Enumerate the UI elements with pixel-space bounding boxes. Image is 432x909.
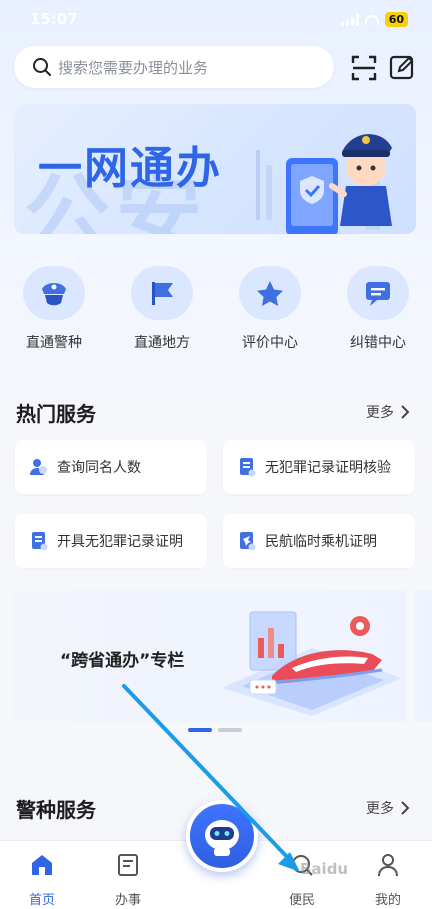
quick-entry-local[interactable]: 直通地方: [112, 266, 212, 352]
nav-home[interactable]: 首页: [2, 851, 82, 908]
edit-icon[interactable]: [388, 53, 416, 81]
search-input[interactable]: 搜索您需要办理的业务: [14, 46, 334, 88]
user-icon: [378, 854, 398, 877]
status-time: 15:07: [30, 10, 78, 28]
nav-tasks[interactable]: 办事: [88, 851, 168, 908]
banner-title: 一网通办: [38, 143, 222, 194]
battery-indicator: 60: [384, 12, 408, 27]
police-cap-icon: [23, 266, 85, 320]
service-card-flight-certificate[interactable]: 民航临时乘机证明: [223, 514, 415, 568]
chevron-right-icon: [401, 801, 410, 815]
train-illustration: [222, 611, 402, 716]
star-icon: [239, 266, 301, 320]
assistant-robot-button[interactable]: [186, 800, 258, 872]
hot-services-title: 热门服务: [16, 402, 96, 426]
next-promo-peek[interactable]: [414, 590, 432, 722]
flag-icon: [131, 266, 193, 320]
quick-entry-police[interactable]: 直通警种: [4, 266, 104, 352]
cross-province-promo-banner[interactable]: “跨省通办”专栏: [14, 590, 406, 722]
scan-icon[interactable]: [350, 54, 378, 82]
search-icon: [33, 58, 51, 76]
search-placeholder: 搜索您需要办理的业务: [58, 58, 209, 77]
document-icon: [240, 458, 256, 477]
quick-entry-label: 直通警种: [26, 335, 82, 351]
nav-label: 办事: [114, 893, 141, 908]
service-label: 查询同名人数: [57, 460, 141, 476]
quick-entry-evaluation[interactable]: 评价中心: [220, 266, 320, 352]
status-bar: 15:07 60: [0, 0, 432, 40]
nav-label: 首页: [28, 893, 55, 908]
more-label: 更多: [366, 801, 394, 817]
nav-label: 便民: [288, 893, 315, 908]
service-card-same-name[interactable]: 查询同名人数: [15, 440, 207, 494]
service-card-record-issue[interactable]: 开具无犯罪记录证明: [15, 514, 207, 568]
hero-banner[interactable]: 公安 一网通办: [14, 104, 416, 234]
service-label: 开具无犯罪记录证明: [57, 534, 183, 550]
promo-title: “跨省通办”专栏: [60, 651, 185, 671]
police-services-title: 警种服务: [16, 798, 96, 822]
quick-entry-label: 直通地方: [134, 335, 190, 351]
chevron-right-icon: [401, 405, 410, 419]
status-indicators: 60: [340, 12, 408, 27]
document-icon: [32, 532, 48, 551]
nav-label: 我的: [374, 893, 401, 908]
service-card-record-verify[interactable]: 无犯罪记录证明核验: [223, 440, 415, 494]
people-icon: [30, 459, 47, 475]
home-icon: [32, 855, 52, 875]
quick-entry-correction[interactable]: 纠错中心: [328, 266, 428, 352]
quick-entry-label: 纠错中心: [350, 335, 406, 351]
robot-icon: [205, 820, 239, 856]
nav-mine[interactable]: 我的: [348, 851, 428, 908]
carousel-dot-active: [188, 728, 212, 732]
watermark: Baidu: [300, 860, 349, 878]
more-label: 更多: [366, 405, 394, 421]
police-services-more-link[interactable]: 更多: [366, 798, 410, 818]
task-icon: [118, 854, 138, 876]
wifi-icon: [364, 14, 379, 25]
signal-icon: [340, 13, 359, 26]
message-icon: [347, 266, 409, 320]
plane-document-icon: [240, 532, 256, 551]
carousel-indicator: [188, 728, 242, 732]
quick-entry-label: 评价中心: [242, 335, 298, 351]
hot-services-more-link[interactable]: 更多: [366, 402, 410, 422]
service-label: 民航临时乘机证明: [265, 534, 377, 550]
police-mascot-illustration: [256, 134, 392, 234]
service-label: 无犯罪记录证明核验: [265, 460, 391, 476]
carousel-dot: [218, 728, 242, 732]
